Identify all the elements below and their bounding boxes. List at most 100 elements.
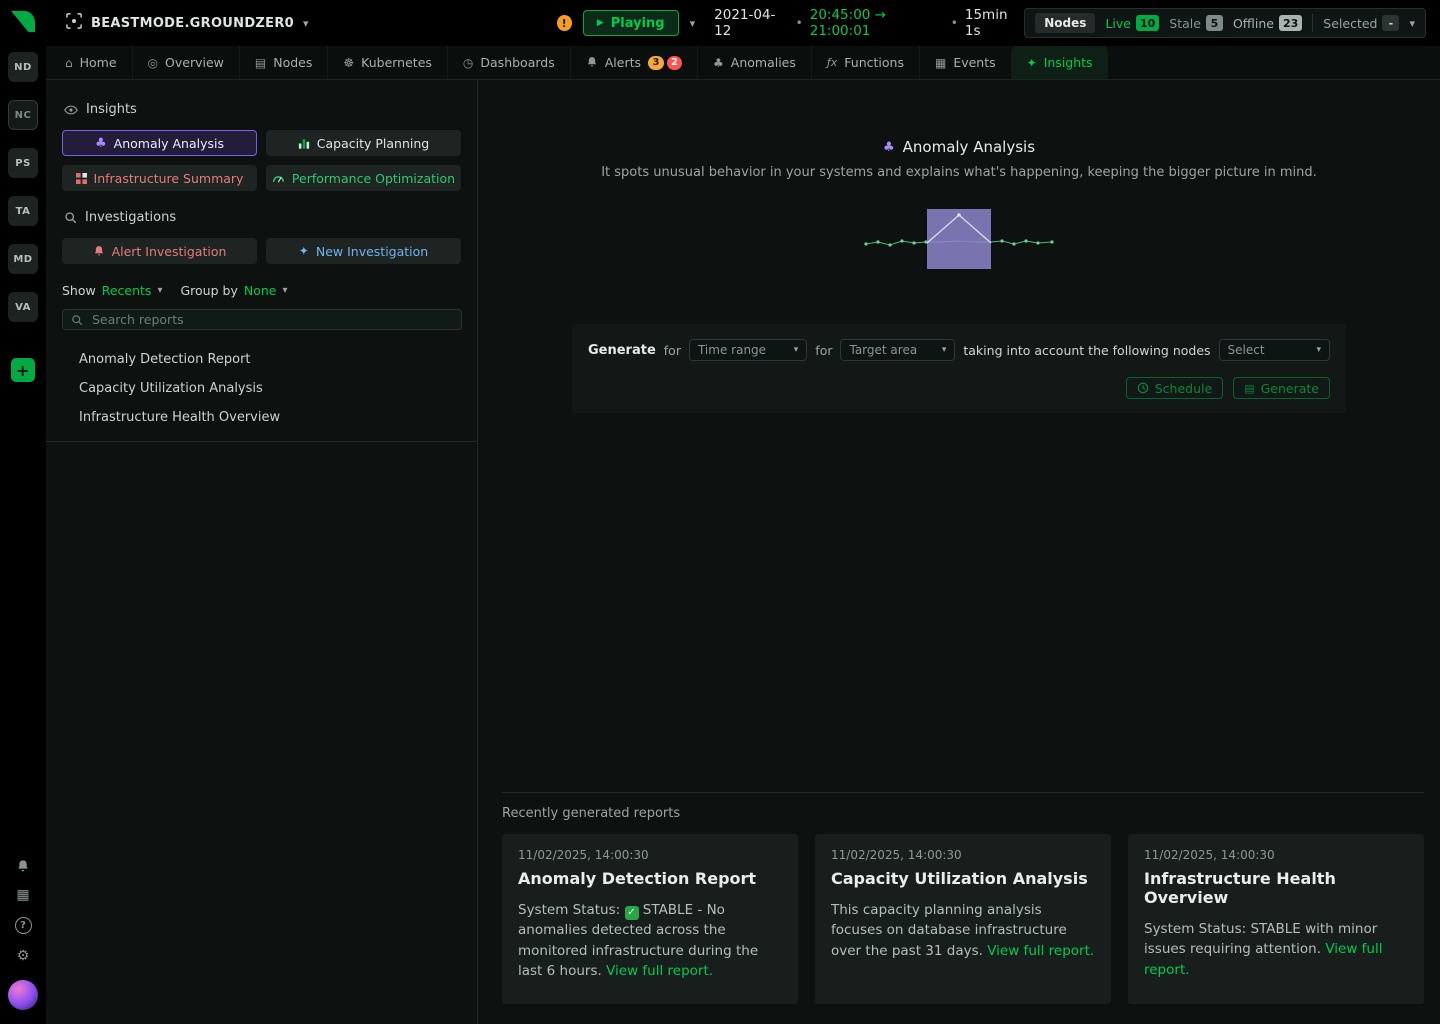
report-card-title: Anomaly Detection Report — [518, 869, 782, 888]
workspace-tile-nd[interactable]: ND — [8, 52, 38, 82]
nodes-selected-dropdown[interactable]: Selected - — [1323, 15, 1399, 31]
nodes-live-filter[interactable]: Live 10 — [1105, 15, 1159, 31]
notifications-bell-icon[interactable] — [16, 859, 30, 873]
time-range-select[interactable]: Time range ▾ — [689, 339, 807, 361]
search-reports-input[interactable] — [90, 311, 453, 328]
nodes-select[interactable]: Select ▾ — [1219, 339, 1330, 361]
page-title: ♣ Anomaly Analysis — [478, 138, 1440, 156]
report-card-date: 11/02/2025, 14:00:30 — [831, 848, 1095, 862]
tab-insights[interactable]: ✦ Insights — [1011, 46, 1108, 79]
workspace-tile-md[interactable]: MD — [8, 244, 38, 274]
selected-label: Selected — [1323, 16, 1377, 31]
node-name[interactable]: BEASTMODE.GROUNDZER0 — [91, 16, 294, 31]
warning-icon[interactable]: ! — [557, 15, 572, 31]
netdata-logo[interactable] — [10, 10, 36, 34]
generate-actions: Schedule ▤ Generate — [588, 377, 1330, 399]
node-chevron-icon[interactable]: ▾ — [303, 18, 309, 29]
clock-icon — [1137, 382, 1149, 394]
tab-functions[interactable]: ƒx Functions — [811, 46, 919, 79]
insight-button-infrastructure-summary[interactable]: Infrastructure Summary — [62, 165, 257, 191]
show-value-dropdown[interactable]: Recents — [102, 283, 152, 298]
user-avatar[interactable] — [8, 980, 38, 1010]
for-label: for — [664, 343, 681, 358]
app-root: ND NC PS TA MD VA + ▦ ? ⚙ BEASTMODE.GROU… — [0, 0, 1440, 1024]
chevron-down-icon[interactable]: ▾ — [157, 286, 162, 296]
time-range-select-value: Time range — [698, 343, 766, 357]
chevron-down-icon: ▾ — [942, 346, 947, 355]
investigation-buttons: Alert Investigation ✦ New Investigation — [62, 238, 462, 264]
insight-button-capacity-planning[interactable]: Capacity Planning — [266, 130, 461, 156]
integrations-icon[interactable]: ▦ — [16, 888, 29, 902]
reports-filter-row: Show Recents ▾ Group by None ▾ — [62, 283, 462, 298]
nodes-offline-filter[interactable]: Offline 23 — [1233, 15, 1302, 31]
nodes-status-bar: Nodes Live 10 Stale 5 Offline 23 Selecte… — [1024, 8, 1426, 38]
report-icon: ▤ — [1244, 383, 1254, 394]
new-investigation-button[interactable]: ✦ New Investigation — [266, 238, 461, 264]
add-workspace-button[interactable]: + — [11, 358, 35, 382]
settings-gear-icon[interactable]: ⚙ — [17, 949, 30, 963]
divider — [1312, 14, 1313, 32]
live-label: Live — [1105, 16, 1131, 31]
events-icon: ▦ — [935, 57, 946, 69]
view-full-report-link[interactable]: View full report. — [987, 943, 1094, 959]
tab-anomalies[interactable]: ♣ Anomalies — [697, 46, 811, 79]
report-card[interactable]: 11/02/2025, 14:00:30 Anomaly Detection R… — [502, 834, 798, 1004]
report-card-date: 11/02/2025, 14:00:30 — [518, 848, 782, 862]
generate-button[interactable]: ▤ Generate — [1233, 377, 1330, 399]
chevron-down-icon: ▾ — [794, 346, 799, 355]
schedule-button[interactable]: Schedule — [1126, 377, 1223, 399]
chevron-down-icon: ▾ — [1316, 346, 1321, 355]
workspace-tile-va[interactable]: VA — [8, 292, 38, 322]
insight-button-anomaly-analysis[interactable]: ♣ Anomaly Analysis — [62, 130, 257, 156]
date-range-picker[interactable]: 2021-04-12 • 20:45:00 → 21:00:01 • 15min… — [714, 7, 1024, 39]
dashboards-icon: ◷ — [463, 57, 473, 69]
functions-icon: ƒx — [827, 57, 837, 68]
chevron-down-icon[interactable]: ▾ — [282, 286, 287, 296]
eye-icon — [64, 105, 78, 115]
node-selector[interactable]: BEASTMODE.GROUNDZER0 ▾ — [66, 13, 309, 33]
target-area-select[interactable]: Target area ▾ — [840, 339, 955, 361]
tab-home[interactable]: ⌂ Home — [50, 46, 132, 79]
tab-nodes[interactable]: ▤ Nodes — [239, 46, 327, 79]
help-icon[interactable]: ? — [15, 917, 32, 934]
tab-dashboards[interactable]: ◷ Dashboards — [447, 46, 570, 79]
tab-alerts[interactable]: Alerts 3 2 — [570, 46, 697, 79]
group-by-value-dropdown[interactable]: None — [244, 283, 277, 298]
node-scan-icon — [66, 13, 82, 33]
tab-label: Overview — [165, 55, 224, 70]
overview-icon: ◎ — [148, 57, 158, 69]
report-card[interactable]: 11/02/2025, 14:00:30 Capacity Utilizatio… — [815, 834, 1111, 1004]
tab-kubernetes[interactable]: ☸ Kubernetes — [327, 46, 447, 79]
insight-button-label: Infrastructure Summary — [94, 171, 244, 186]
workspace-tile-ps[interactable]: PS — [8, 148, 38, 178]
bar-chart-icon — [298, 138, 310, 149]
nodes-icon: ▤ — [255, 57, 266, 69]
report-list-item[interactable]: Capacity Utilization Analysis — [62, 374, 462, 403]
view-full-report-link[interactable]: View full report. — [606, 963, 713, 979]
left-rail: ND NC PS TA MD VA + ▦ ? ⚙ — [0, 0, 46, 1024]
group-by-label: Group by — [180, 283, 237, 298]
nodes-stale-filter[interactable]: Stale 5 — [1169, 15, 1223, 31]
alert-investigation-button[interactable]: Alert Investigation — [62, 238, 257, 264]
investigation-button-label: Alert Investigation — [112, 244, 227, 259]
playing-chevron-icon[interactable]: ▾ — [690, 18, 696, 29]
offline-count-badge: 23 — [1279, 15, 1302, 31]
workspace-tile-ta[interactable]: TA — [8, 196, 38, 226]
separator-dot: • — [951, 16, 958, 30]
primary-nav: ⌂ Home ◎ Overview ▤ Nodes ☸ Kubernetes ◷… — [46, 46, 1440, 80]
tab-overview[interactable]: ◎ Overview — [132, 46, 239, 79]
tab-label: Dashboards — [480, 55, 554, 70]
nodes-chevron-icon[interactable]: ▾ — [1409, 18, 1415, 29]
workspace-tile-nc[interactable]: NC — [8, 100, 38, 130]
report-list-item[interactable]: Anomaly Detection Report — [62, 345, 462, 374]
insight-button-performance-optimization[interactable]: Performance Optimization — [266, 165, 461, 191]
playing-button[interactable]: ▶ Playing — [583, 10, 679, 36]
report-cards: 11/02/2025, 14:00:30 Anomaly Detection R… — [502, 834, 1424, 1004]
report-card[interactable]: 11/02/2025, 14:00:30 Infrastructure Heal… — [1128, 834, 1424, 1004]
report-card-title: Infrastructure Health Overview — [1144, 869, 1408, 907]
duration-value: 15min 1s — [965, 7, 1024, 39]
kubernetes-icon: ☸ — [343, 57, 354, 69]
gauge-icon — [272, 173, 285, 184]
tab-events[interactable]: ▦ Events — [919, 46, 1011, 79]
report-list-item[interactable]: Infrastructure Health Overview — [62, 403, 462, 432]
